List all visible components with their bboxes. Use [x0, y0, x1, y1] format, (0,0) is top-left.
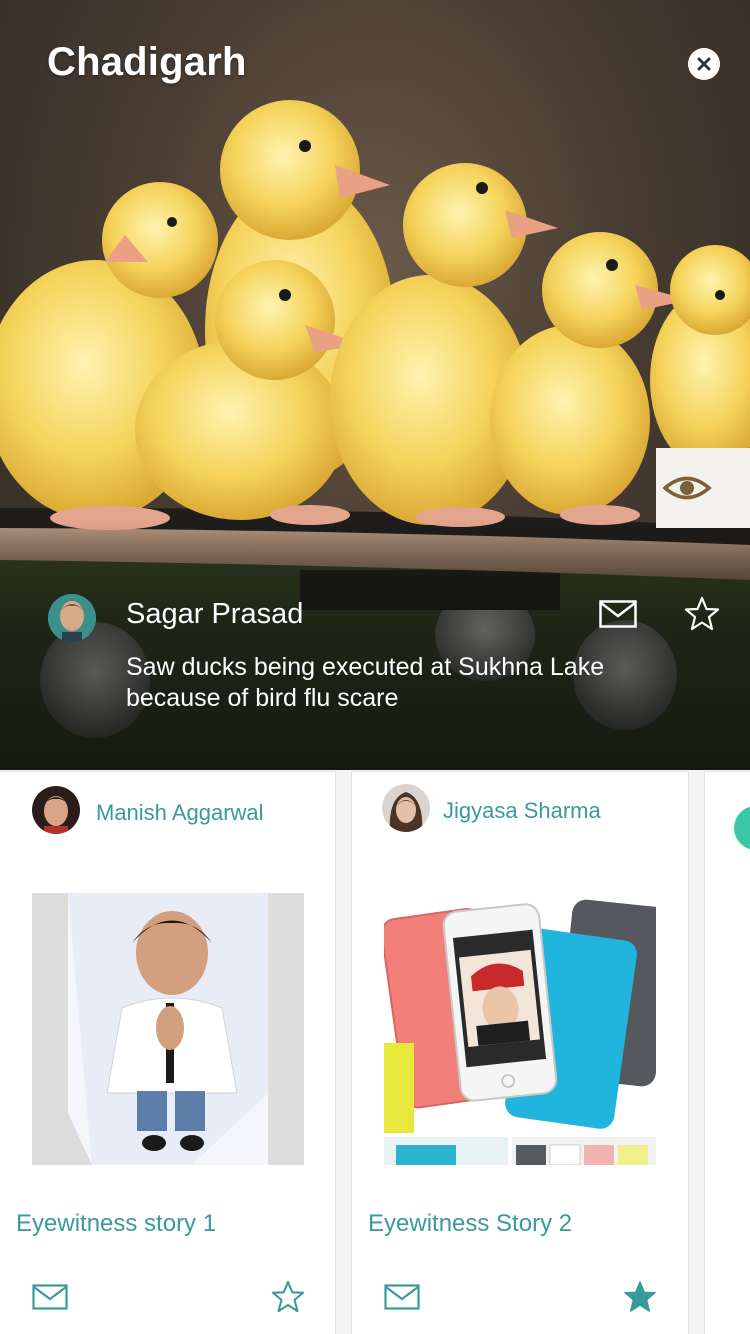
mail-icon	[384, 1284, 420, 1310]
story-image[interactable]	[384, 893, 656, 1165]
author-name[interactable]: Manish Aggarwal	[96, 800, 264, 826]
mail-icon	[599, 600, 637, 628]
eye-icon	[662, 476, 712, 500]
hero-story[interactable]: Chadigarh Sagar Prasad Saw ducks being e…	[0, 0, 750, 770]
story-card[interactable]: Jigyasa Sharma Eyewitness Story 2	[352, 772, 688, 1334]
hero-shade	[0, 520, 750, 770]
view-button[interactable]	[656, 448, 750, 528]
close-button[interactable]	[688, 48, 720, 80]
story-title[interactable]: Eyewitness story 1	[16, 1210, 216, 1238]
author-name[interactable]: Sagar Prasad	[126, 598, 303, 631]
star-outline-icon	[684, 596, 720, 631]
author-name[interactable]: Jigyasa Sharma	[443, 798, 601, 824]
avatar[interactable]	[32, 786, 80, 834]
story-image[interactable]	[32, 893, 304, 1165]
story-card[interactable]: Manish Aggarwal Eyewitness story 1	[0, 772, 335, 1334]
mail-button[interactable]	[384, 1284, 420, 1310]
favorite-button[interactable]	[684, 596, 720, 632]
close-icon	[697, 57, 711, 71]
story-text: Saw ducks being executed at Sukhna Lake …	[126, 653, 605, 712]
page-title: Chadigarh	[47, 40, 247, 84]
mail-button[interactable]	[32, 1284, 68, 1310]
star-filled-icon	[624, 1281, 656, 1312]
mail-icon	[32, 1284, 68, 1310]
avatar[interactable]	[48, 594, 96, 642]
story-card-peek[interactable]	[705, 772, 750, 1334]
story-title[interactable]: Eyewitness Story 2	[368, 1210, 572, 1238]
mail-button[interactable]	[599, 600, 637, 628]
favorite-button[interactable]	[271, 1280, 305, 1314]
avatar[interactable]	[382, 784, 430, 832]
star-outline-icon	[271, 1280, 305, 1313]
favorite-button[interactable]	[623, 1280, 657, 1314]
